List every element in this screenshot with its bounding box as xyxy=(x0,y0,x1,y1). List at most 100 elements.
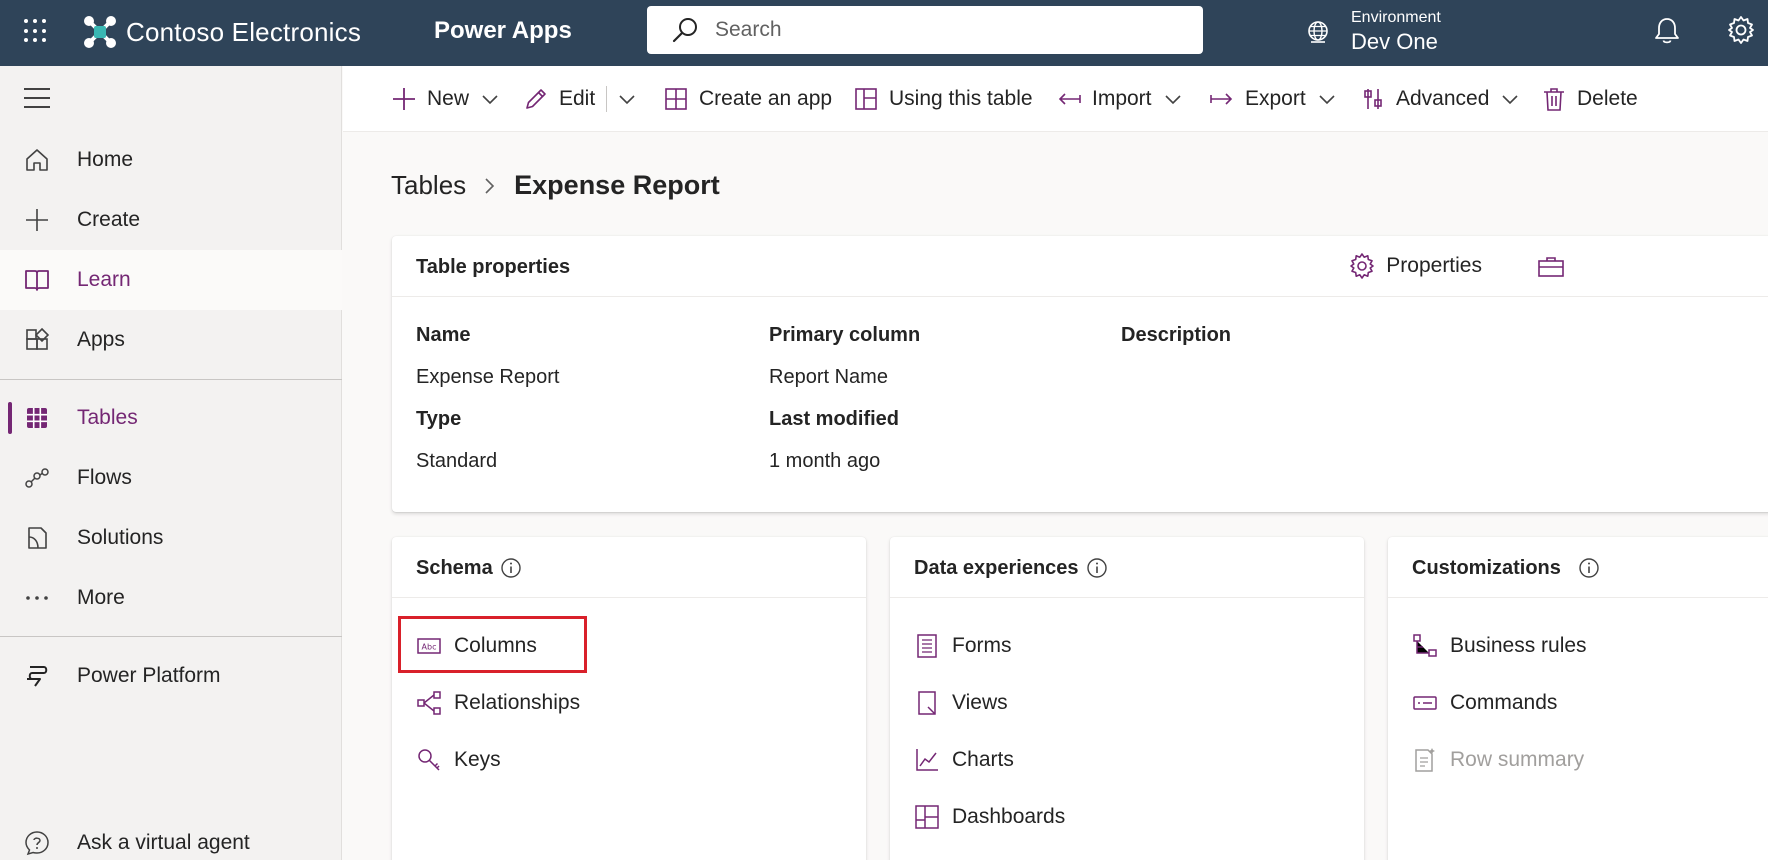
views-label: Views xyxy=(952,691,1008,714)
import-button[interactable]: Import xyxy=(1056,84,1182,114)
info-icon[interactable] xyxy=(1086,557,1108,579)
brand-name: Contoso Electronics xyxy=(126,16,362,47)
breadcrumb-tables-link[interactable]: Tables xyxy=(391,170,466,201)
table-properties-card: Table properties Properties Name Expense… xyxy=(392,236,1768,512)
keys-label: Keys xyxy=(454,748,501,771)
plus-icon xyxy=(393,88,415,110)
new-label: New xyxy=(427,87,470,110)
chevron-right-icon xyxy=(485,177,495,194)
top-bar: Contoso Electronics Power Apps Environme… xyxy=(0,0,1768,66)
sidebar-item-create[interactable]: Create xyxy=(0,190,342,250)
environment-picker[interactable]: Environment Dev One xyxy=(1305,2,1441,62)
description-label: Description xyxy=(1121,324,1232,346)
key-icon xyxy=(418,749,440,771)
keys-link[interactable]: Keys xyxy=(416,747,501,773)
card-title: Table properties xyxy=(416,256,571,278)
home-icon xyxy=(26,149,48,171)
properties-button[interactable]: Properties xyxy=(1348,252,1482,280)
brand[interactable]: Contoso Electronics xyxy=(82,12,361,52)
search-box[interactable] xyxy=(647,6,1203,54)
sidebar-item-label: Apps xyxy=(77,328,125,351)
environment-value: Dev One xyxy=(1351,29,1438,54)
commands-link[interactable]: Commands xyxy=(1412,690,1557,716)
chevron-down-icon xyxy=(1164,95,1181,105)
row-summary-label: Row summary xyxy=(1450,748,1585,771)
edit-label: Edit xyxy=(559,87,596,110)
relationships-link[interactable]: Relationships xyxy=(416,690,580,716)
command-icon xyxy=(1413,696,1437,710)
grid-add-icon xyxy=(665,88,687,110)
card-title: Customizations xyxy=(1412,557,1561,579)
sidebar-item-apps[interactable]: Apps xyxy=(0,310,342,370)
view-icon xyxy=(918,691,936,715)
name-label: Name xyxy=(416,324,471,346)
sidebar-divider xyxy=(0,379,342,380)
name-value: Expense Report xyxy=(416,366,560,388)
sidebar-item-tables[interactable]: Tables xyxy=(0,388,342,448)
new-button[interactable]: New xyxy=(391,84,499,114)
data-experiences-card: Data experiences Forms Views Charts Dash… xyxy=(890,537,1364,860)
sidebar-item-home[interactable]: Home xyxy=(0,130,342,190)
chevron-down-icon xyxy=(482,95,498,105)
sidebar-item-label: Tables xyxy=(77,406,138,429)
sidebar-item-power-platform[interactable]: Power Platform xyxy=(0,646,342,706)
row-summary-icon xyxy=(1415,748,1435,772)
using-table-button[interactable]: Using this table xyxy=(853,84,1033,114)
delete-button[interactable]: Delete xyxy=(1541,84,1638,114)
export-button[interactable]: Export xyxy=(1209,84,1336,114)
export-arrow-icon xyxy=(1210,93,1233,105)
plus-icon xyxy=(26,209,48,231)
last-modified-value: 1 month ago xyxy=(769,450,881,472)
settings-gear-icon[interactable] xyxy=(1725,14,1757,46)
info-icon[interactable] xyxy=(500,557,522,579)
app-launcher-icon[interactable] xyxy=(22,17,50,45)
app-name[interactable]: Power Apps xyxy=(434,17,572,45)
sidebar-item-flows[interactable]: Flows xyxy=(0,448,342,508)
split-divider xyxy=(606,86,607,112)
chevron-down-icon xyxy=(619,95,635,105)
sidebar-item-solutions[interactable]: Solutions xyxy=(0,508,342,568)
edit-dropdown-button[interactable] xyxy=(618,84,636,114)
environment-label: Environment xyxy=(1351,9,1441,26)
dashboards-link[interactable]: Dashboards xyxy=(914,804,1065,830)
dashboard-icon xyxy=(915,805,939,829)
info-icon[interactable] xyxy=(1578,557,1600,579)
bell-icon[interactable] xyxy=(1652,16,1682,46)
hamburger-menu-icon[interactable] xyxy=(24,88,50,108)
views-link[interactable]: Views xyxy=(914,690,1008,716)
relationships-label: Relationships xyxy=(454,691,581,714)
flow-icon xyxy=(25,468,49,488)
sidebar-item-learn[interactable]: Learn xyxy=(0,250,342,310)
book-icon xyxy=(25,270,49,291)
sidebar-item-more[interactable]: More xyxy=(0,568,342,628)
using-table-label: Using this table xyxy=(889,87,1033,110)
row-summary-link: Row summary xyxy=(1412,747,1584,773)
question-icon xyxy=(25,831,49,856)
charts-label: Charts xyxy=(952,748,1014,771)
dashboards-label: Dashboards xyxy=(952,805,1066,828)
charts-link[interactable]: Charts xyxy=(914,747,1014,773)
sidebar-item-label: Create xyxy=(77,208,141,231)
form-icon xyxy=(917,634,937,658)
page-title: Expense Report xyxy=(514,170,720,200)
sidebar-item-virtual-agent[interactable]: Ask a virtual agent xyxy=(0,813,342,860)
search-input[interactable] xyxy=(715,18,1175,42)
chevron-down-icon xyxy=(1502,95,1518,105)
advanced-button[interactable]: Advanced xyxy=(1360,84,1519,114)
toolbox-icon[interactable] xyxy=(1538,256,1564,278)
forms-link[interactable]: Forms xyxy=(914,633,1012,659)
last-modified-label: Last modified xyxy=(769,408,900,430)
create-app-label: Create an app xyxy=(699,87,833,110)
create-app-button[interactable]: Create an app xyxy=(663,84,832,114)
edit-button[interactable]: Edit xyxy=(523,84,595,114)
business-rules-link[interactable]: Business rules xyxy=(1412,633,1587,659)
grid-icon xyxy=(27,408,47,428)
advanced-label: Advanced xyxy=(1396,87,1490,110)
solutions-icon xyxy=(28,527,47,549)
customizations-card: Customizations Business rules Commands R… xyxy=(1388,537,1768,860)
card-title: Schema xyxy=(416,557,493,579)
layout-icon xyxy=(855,88,877,110)
apps-icon xyxy=(26,327,50,350)
search-icon xyxy=(672,18,697,43)
tools-icon xyxy=(1364,89,1382,109)
